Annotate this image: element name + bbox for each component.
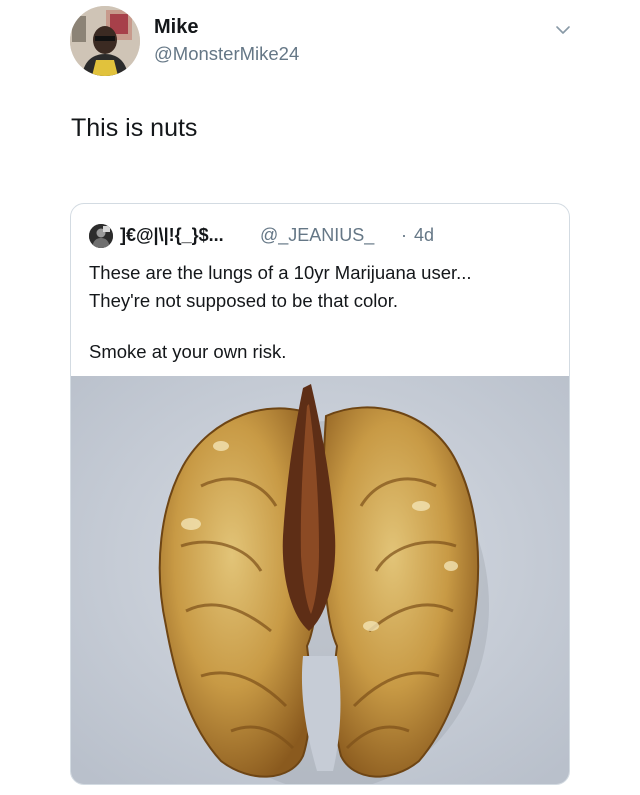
quoted-text-line-2: They're not supposed to be that color. bbox=[89, 290, 398, 311]
chevron-down-icon[interactable] bbox=[555, 22, 571, 38]
profile-photo-small bbox=[89, 224, 113, 248]
tweet: Mike @MonsterMike24 This is nuts ]€@|\|!… bbox=[0, 0, 640, 795]
quoted-text-line-3: Smoke at your own risk. bbox=[89, 341, 287, 362]
quoted-tweet-card[interactable]: ]€@|\|!{_}$... @_JEANIUS_ · 4d These are… bbox=[70, 203, 570, 785]
walnut-photo bbox=[71, 376, 569, 784]
author-handle[interactable]: @MonsterMike24 bbox=[154, 43, 299, 65]
author-name[interactable]: Mike bbox=[154, 16, 198, 39]
separator-dot: · bbox=[401, 225, 407, 245]
quoted-timestamp[interactable]: 4d bbox=[414, 225, 434, 246]
quoted-photo[interactable] bbox=[71, 376, 569, 784]
quoted-text-line-1: These are the lungs of a 10yr Marijuana … bbox=[89, 262, 472, 283]
author-avatar[interactable] bbox=[70, 6, 140, 76]
quoted-author-name[interactable]: ]€@|\|!{_}$... bbox=[120, 225, 224, 246]
tweet-text: This is nuts bbox=[71, 114, 198, 142]
quoted-author-handle[interactable]: @_JEANIUS_ bbox=[260, 225, 374, 246]
profile-photo bbox=[70, 6, 140, 76]
quoted-author-avatar[interactable] bbox=[89, 224, 113, 248]
